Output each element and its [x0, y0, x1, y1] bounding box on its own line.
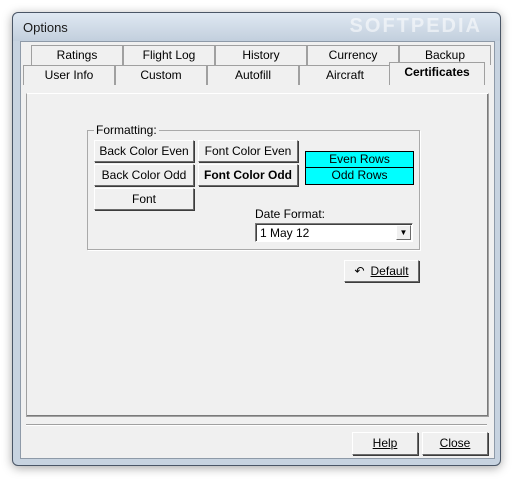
footer-separator [26, 424, 487, 426]
formatting-groupbox: Formatting: Back Color Even Font Color E… [87, 123, 420, 250]
chevron-down-icon[interactable]: ▼ [396, 225, 411, 240]
preview-odd-rows: Odd Rows [331, 168, 388, 182]
tab-certificates[interactable]: Certificates [389, 62, 485, 85]
preview-even-rows: Even Rows [306, 152, 413, 168]
tab-history[interactable]: History [215, 45, 307, 65]
window-title: Options [23, 20, 68, 35]
tab-flight-log[interactable]: Flight Log [123, 45, 215, 65]
back-color-odd-button[interactable]: Back Color Odd [94, 164, 194, 186]
date-format-label: Date Format: [255, 207, 326, 221]
options-window: Options SOFTPEDIA Ratings Flight Log His… [12, 12, 501, 466]
font-button[interactable]: Font [94, 188, 194, 210]
back-color-even-button[interactable]: Back Color Even [94, 140, 194, 162]
font-color-even-button[interactable]: Font Color Even [198, 140, 298, 162]
tab-aircraft[interactable]: Aircraft [299, 65, 391, 85]
window-client-area: Ratings Flight Log History Currency Back… [20, 41, 495, 459]
title-bar: Options SOFTPEDIA [13, 13, 500, 41]
formatting-label: Formatting: [94, 123, 159, 137]
tab-autofill[interactable]: Autofill [207, 65, 299, 85]
date-format-value: 1 May 12 [260, 226, 310, 240]
default-button-label: Default [370, 264, 409, 278]
tab-user-info[interactable]: User Info [23, 65, 115, 85]
tab-currency[interactable]: Currency [307, 45, 399, 65]
tab-custom[interactable]: Custom [115, 65, 207, 85]
tab-ratings[interactable]: Ratings [31, 45, 123, 65]
close-button[interactable]: Close [422, 432, 488, 455]
close-button-label: Close [439, 436, 471, 450]
help-button[interactable]: Help [352, 432, 418, 455]
default-button[interactable]: ↶ Default [344, 260, 419, 282]
help-button-label: Help [372, 436, 398, 450]
date-format-select[interactable]: 1 May 12 ▼ [255, 223, 413, 242]
certificates-panel: Formatting: Back Color Even Font Color E… [26, 93, 489, 417]
font-color-odd-button[interactable]: Font Color Odd [198, 164, 298, 186]
undo-icon: ↶ [354, 264, 365, 278]
row-color-preview: Even Rows Odd Rows [305, 151, 414, 185]
watermark: SOFTPEDIA [349, 15, 482, 37]
